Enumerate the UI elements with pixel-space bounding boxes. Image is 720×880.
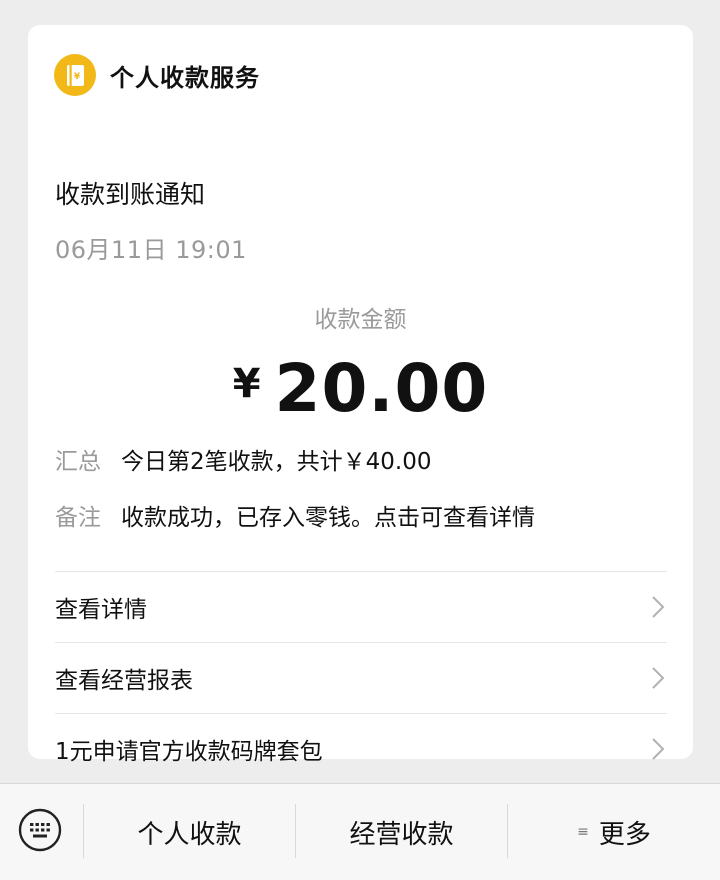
link-list: 查看详情 查看经营报表 1元申请官方收款码牌套包 (55, 571, 667, 784)
remark-value: 收款成功，已存入零钱。点击可查看详情 (121, 505, 535, 531)
notification-title: 收款到账通知 (55, 180, 206, 209)
summary-key: 汇总 (55, 449, 101, 475)
amount: ¥20.00 (28, 350, 693, 427)
amount-value: 20.00 (274, 350, 489, 427)
bottom-menu-bar: 个人收款 经营收款 ≡ 更多 (0, 783, 720, 880)
menu-business-collect[interactable]: 经营收款 (296, 784, 507, 880)
menu-label: 经营收款 (349, 819, 454, 850)
amount-label: 收款金额 (314, 307, 407, 333)
notification-time: 06月11日 19:01 (55, 236, 247, 264)
chevron-right-icon (652, 738, 665, 760)
link-apply-qr-kit[interactable]: 1元申请官方收款码牌套包 (55, 713, 667, 784)
svg-text:¥: ¥ (74, 72, 81, 82)
amount-currency: ¥ (232, 361, 261, 407)
remark-key: 备注 (55, 505, 101, 531)
menu-more[interactable]: ≡ 更多 (508, 784, 720, 880)
link-label: 1元申请官方收款码牌套包 (55, 739, 323, 765)
menu-label: 更多 (598, 819, 651, 850)
summary-row: 汇总 今日第2笔收款，共计￥40.00 (55, 442, 431, 476)
menu-lines-icon: ≡ (577, 824, 589, 840)
menu-personal-collect[interactable]: 个人收款 (84, 784, 295, 880)
chevron-right-icon (652, 667, 665, 689)
link-label: 查看详情 (55, 597, 147, 623)
summary-value: 今日第2笔收款，共计￥40.00 (121, 449, 432, 475)
remark-row: 备注 收款成功，已存入零钱。点击可查看详情 (55, 498, 535, 532)
menu-label: 个人收款 (137, 819, 242, 850)
keyboard-icon[interactable] (18, 808, 62, 852)
link-label: 查看经营报表 (55, 668, 193, 694)
link-view-details[interactable]: 查看详情 (55, 571, 667, 642)
chevron-right-icon (652, 596, 665, 618)
notification-card[interactable]: ¥ 个人收款服务 收款到账通知 06月11日 19:01 收款金额 ¥20.00… (28, 25, 693, 765)
link-business-report[interactable]: 查看经营报表 (55, 642, 667, 713)
service-name: 个人收款服务 (110, 63, 260, 92)
wallet-logo-icon: ¥ (54, 54, 96, 96)
card-header: ¥ 个人收款服务 (54, 54, 260, 96)
